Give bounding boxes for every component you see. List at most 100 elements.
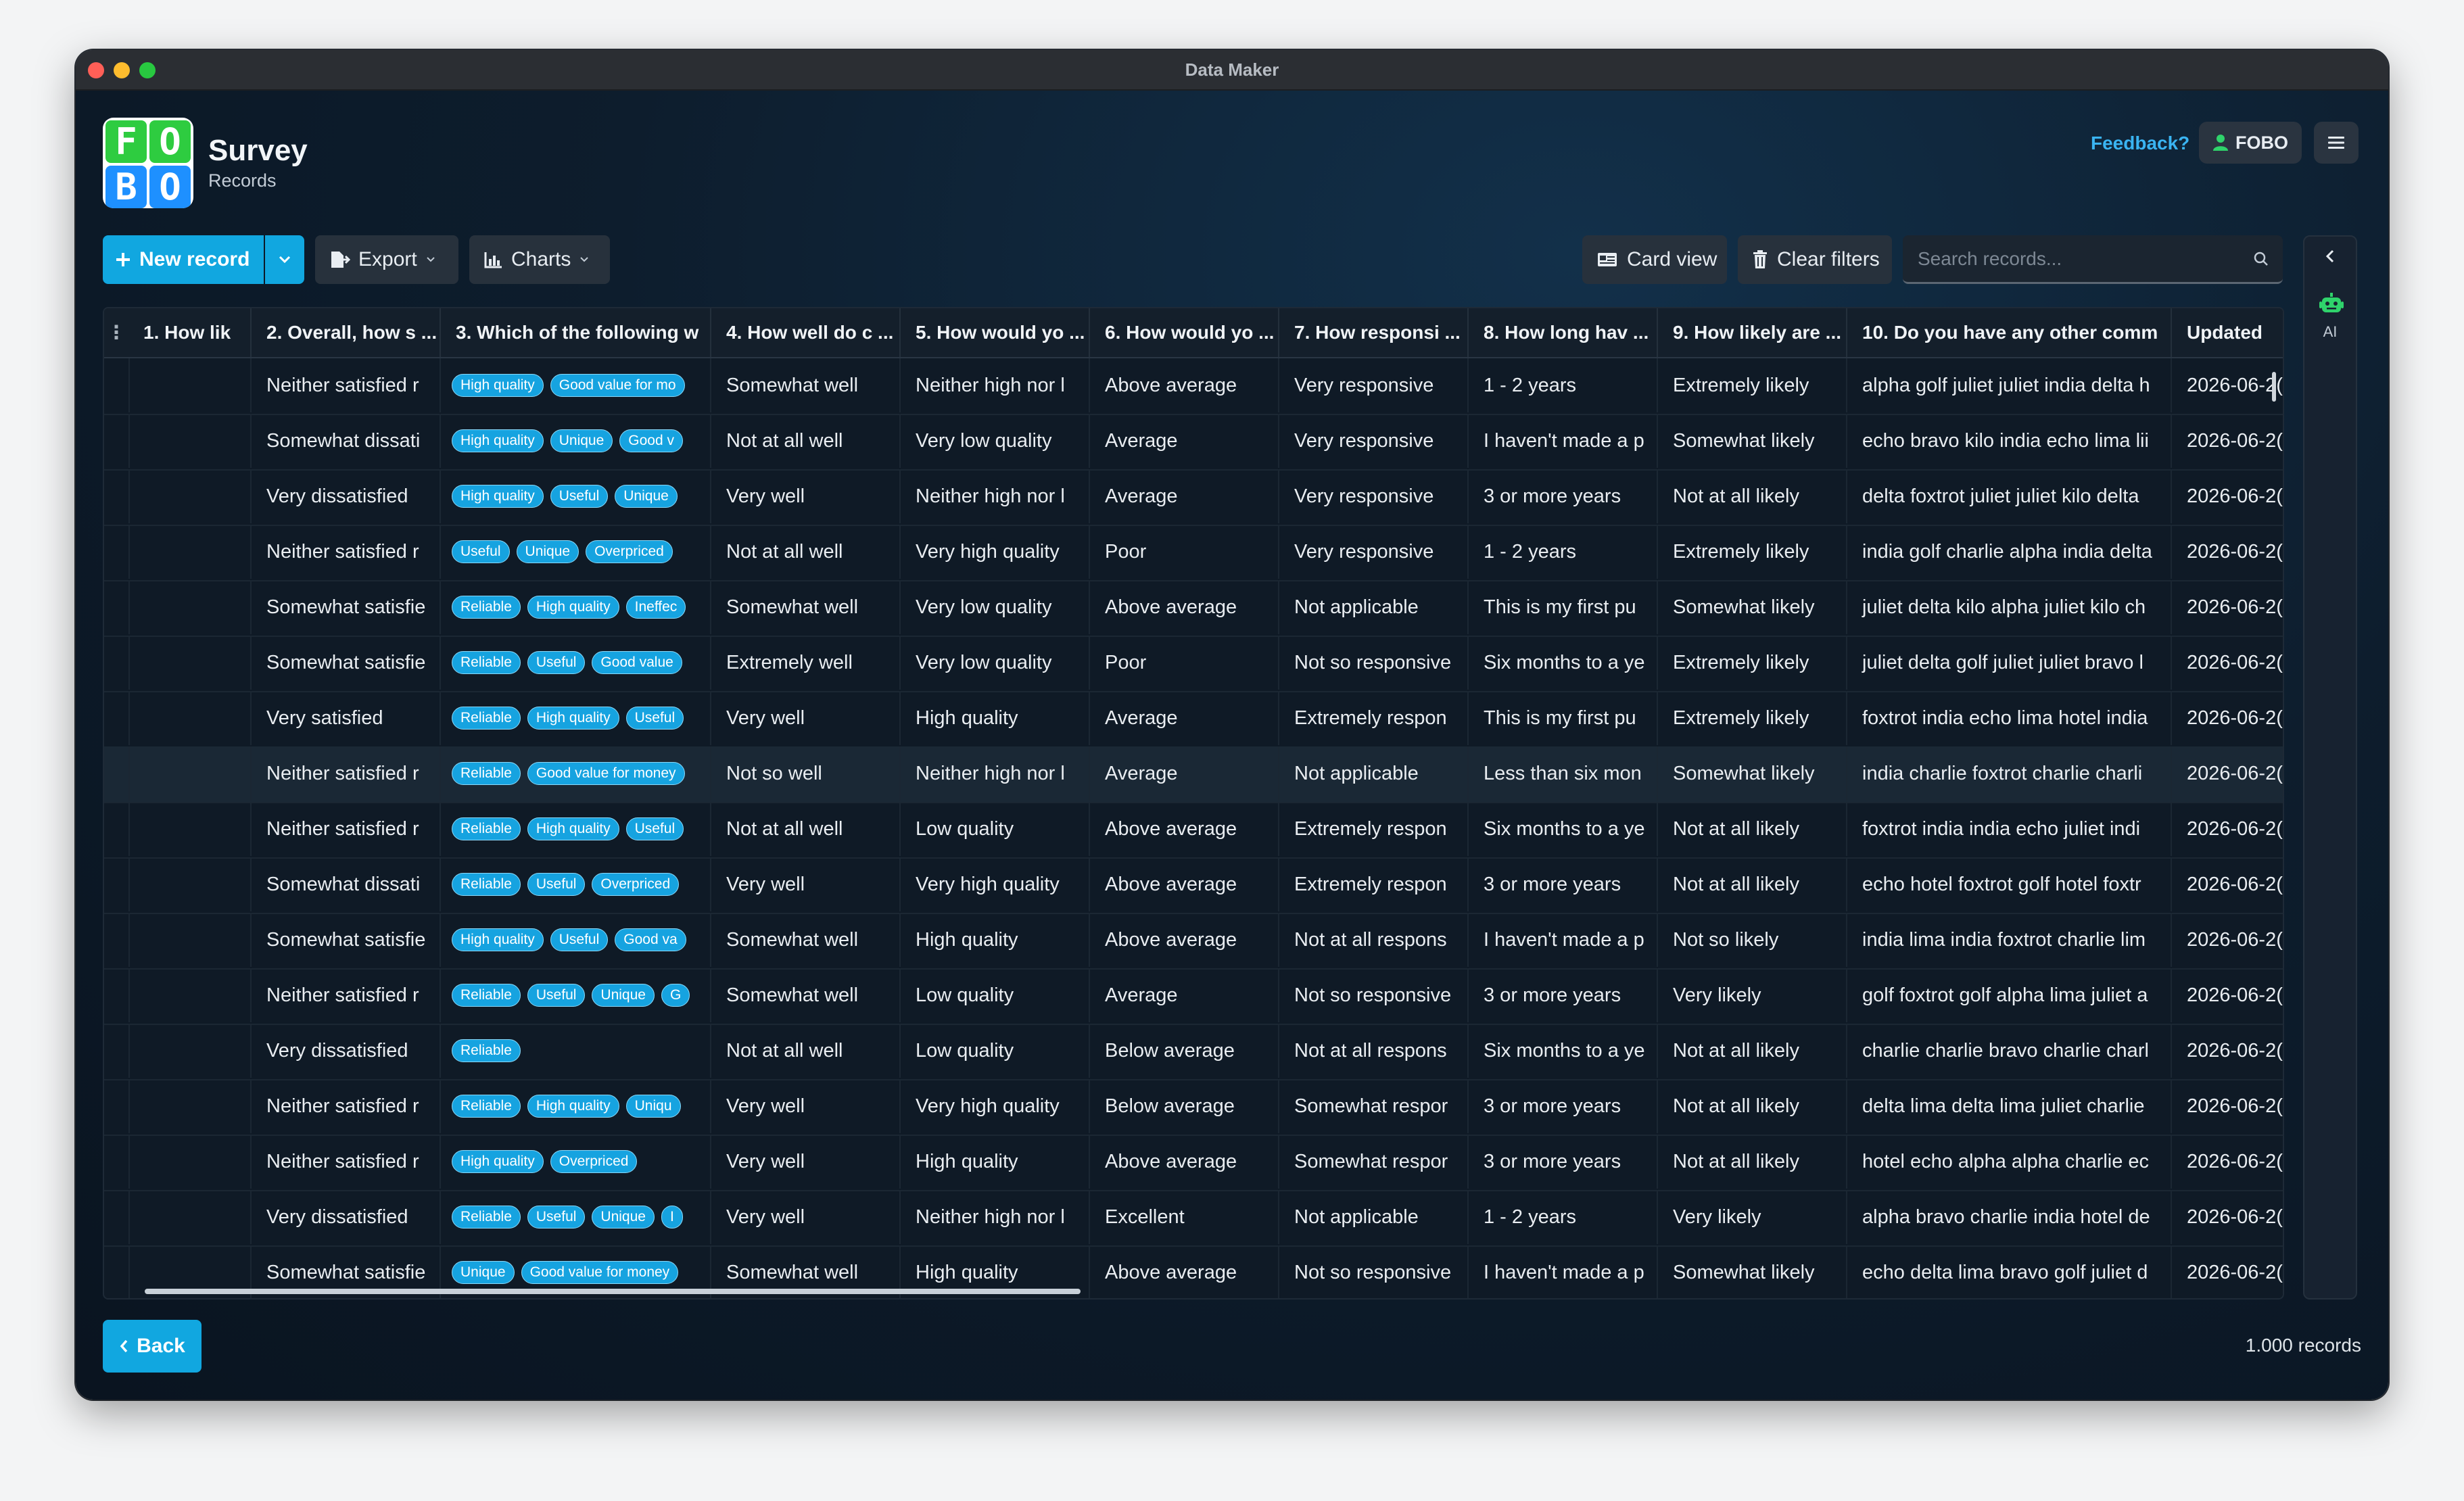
tags-cell[interactable]: Reliable <box>440 1024 710 1078</box>
table-cell[interactable]: Extremely likely <box>1657 636 1846 690</box>
updated-cell[interactable]: 2026-06-2( <box>2171 691 2283 745</box>
table-row[interactable]: Very dissatisfied High quality Useful Uniqu… <box>104 469 2283 526</box>
table-cell[interactable]: Somewhat likely <box>1657 580 1846 634</box>
new-record-dropdown[interactable] <box>265 235 304 284</box>
table-cell[interactable]: Neither satisfied r <box>250 358 440 412</box>
table-cell[interactable]: juliet delta kilo alpha juliet kilo ch <box>1846 580 2171 634</box>
table-row[interactable]: Somewhat satisfie High quality Useful Good … <box>104 913 2283 970</box>
column-header[interactable]: 4. How well do c ... <box>710 308 899 357</box>
column-header[interactable]: 7. How responsi ... <box>1278 308 1467 357</box>
table-cell[interactable]: Not so well <box>710 746 899 801</box>
table-cell[interactable]: Somewhat likely <box>1657 414 1846 468</box>
table-cell[interactable]: Very likely <box>1657 968 1846 1022</box>
table-cell[interactable]: Neither satisfied r <box>250 1135 440 1189</box>
tags-cell[interactable]: Reliable Useful Overpriced <box>440 857 710 911</box>
table-cell[interactable] <box>128 1190 250 1244</box>
table-cell[interactable]: Not at all well <box>710 525 899 579</box>
tags-cell[interactable]: Reliable High quality Uniqu <box>440 1079 710 1133</box>
feedback-link[interactable]: Feedback? <box>2091 133 2189 154</box>
column-header[interactable]: 5. How would yo ... <box>899 308 1089 357</box>
table-row[interactable]: Neither satisfied r Reliable Good value fo… <box>104 746 2283 803</box>
table-cell[interactable]: This is my first pu <box>1467 580 1657 634</box>
card-view-button[interactable]: Card view <box>1582 235 1727 284</box>
table-cell[interactable]: Neither satisfied r <box>250 802 440 856</box>
table-cell[interactable]: Not at all respons <box>1278 1024 1467 1078</box>
table-row[interactable]: Neither satisfied r Useful Unique Overprice… <box>104 525 2283 581</box>
table-cell[interactable]: Not applicable <box>1278 746 1467 801</box>
tags-cell[interactable]: Reliable Useful Good value <box>440 636 710 690</box>
table-cell[interactable]: Average <box>1089 691 1278 745</box>
back-button[interactable]: Back <box>103 1320 202 1373</box>
table-cell[interactable]: Very well <box>710 1135 899 1189</box>
export-button[interactable]: Export <box>315 235 458 284</box>
table-cell[interactable]: Very low quality <box>899 414 1089 468</box>
tags-cell[interactable]: Reliable Good value for money <box>440 746 710 801</box>
clear-filters-button[interactable]: Clear filters <box>1738 235 1892 284</box>
tags-cell[interactable]: High quality Good value for mo <box>440 358 710 412</box>
updated-cell[interactable]: 2026-06-2( <box>2171 636 2283 690</box>
table-cell[interactable]: Above average <box>1089 358 1278 412</box>
table-cell[interactable] <box>128 414 250 468</box>
tags-cell[interactable]: High quality Useful Unique <box>440 469 710 523</box>
table-cell[interactable]: Very responsive <box>1278 358 1467 412</box>
new-record-button[interactable]: New record <box>103 235 264 284</box>
table-cell[interactable]: Somewhat dissati <box>250 414 440 468</box>
table-cell[interactable]: Average <box>1089 746 1278 801</box>
updated-cell[interactable]: 2026-06-2( <box>2171 1190 2283 1244</box>
table-cell[interactable]: Excellent <box>1089 1190 1278 1244</box>
updated-cell[interactable]: 2026-06-2( <box>2171 1135 2283 1189</box>
tags-cell[interactable]: High quality Unique Good v <box>440 414 710 468</box>
table-cell[interactable] <box>128 746 250 801</box>
table-cell[interactable]: Not applicable <box>1278 580 1467 634</box>
table-cell[interactable]: Extremely respon <box>1278 691 1467 745</box>
table-cell[interactable]: Very responsive <box>1278 525 1467 579</box>
table-row[interactable]: Very dissatisfied Reliable Useful Unique I Ve… <box>104 1190 2283 1247</box>
table-cell[interactable]: alpha bravo charlie india hotel de <box>1846 1190 2171 1244</box>
tags-cell[interactable]: Useful Unique Overpriced <box>440 525 710 579</box>
table-cell[interactable]: Neither high nor l <box>899 746 1089 801</box>
table-cell[interactable]: Not at all well <box>710 802 899 856</box>
table-cell[interactable]: Above average <box>1089 580 1278 634</box>
table-row[interactable]: Somewhat dissati Reliable Useful Overpriced… <box>104 857 2283 914</box>
column-header[interactable]: 6. How would yo ... <box>1089 308 1278 357</box>
column-header[interactable]: Updated <box>2171 308 2283 357</box>
column-header[interactable]: 3. Which of the following w <box>440 308 710 357</box>
table-cell[interactable]: Six months to a ye <box>1467 1024 1657 1078</box>
table-cell[interactable]: 3 or more years <box>1467 968 1657 1022</box>
table-cell[interactable]: Poor <box>1089 525 1278 579</box>
table-cell[interactable] <box>128 691 250 745</box>
table-cell[interactable] <box>128 525 250 579</box>
table-cell[interactable] <box>128 636 250 690</box>
table-cell[interactable]: Very dissatisfied <box>250 469 440 523</box>
table-cell[interactable]: Very well <box>710 1190 899 1244</box>
table-cell[interactable]: Very satisfied <box>250 691 440 745</box>
table-cell[interactable] <box>128 1024 250 1078</box>
updated-cell[interactable]: 2026-06-2( <box>2171 913 2283 967</box>
menu-button[interactable] <box>2314 122 2359 164</box>
table-cell[interactable]: I haven't made a p <box>1467 913 1657 967</box>
table-cell[interactable]: charlie charlie bravo charlie charl <box>1846 1024 2171 1078</box>
table-cell[interactable]: Extremely respon <box>1278 802 1467 856</box>
table-cell[interactable]: 1 - 2 years <box>1467 525 1657 579</box>
table-cell[interactable]: Low quality <box>899 968 1089 1022</box>
table-cell[interactable]: High quality <box>899 691 1089 745</box>
table-row[interactable]: Neither satisfied r High quality Good valu… <box>104 358 2283 415</box>
updated-cell[interactable]: 2026-06-2( <box>2171 857 2283 911</box>
table-cell[interactable]: Extremely likely <box>1657 358 1846 412</box>
table-cell[interactable]: Very high quality <box>899 525 1089 579</box>
table-cell[interactable]: Very well <box>710 1079 899 1133</box>
table-cell[interactable]: Not at all likely <box>1657 857 1846 911</box>
table-cell[interactable]: Neither satisfied r <box>250 1079 440 1133</box>
table-cell[interactable]: Not at all likely <box>1657 1135 1846 1189</box>
table-cell[interactable] <box>128 358 250 412</box>
table-cell[interactable]: Above average <box>1089 857 1278 911</box>
table-cell[interactable]: Not at all well <box>710 414 899 468</box>
table-cell[interactable]: Somewhat satisfie <box>250 636 440 690</box>
table-cell[interactable]: Very responsive <box>1278 414 1467 468</box>
table-cell[interactable]: Neither satisfied r <box>250 968 440 1022</box>
table-cell[interactable]: Not so responsive <box>1278 968 1467 1022</box>
table-cell[interactable]: Very low quality <box>899 580 1089 634</box>
table-cell[interactable]: Somewhat satisfie <box>250 580 440 634</box>
tags-cell[interactable]: Reliable High quality Useful <box>440 691 710 745</box>
table-cell[interactable]: Below average <box>1089 1079 1278 1133</box>
